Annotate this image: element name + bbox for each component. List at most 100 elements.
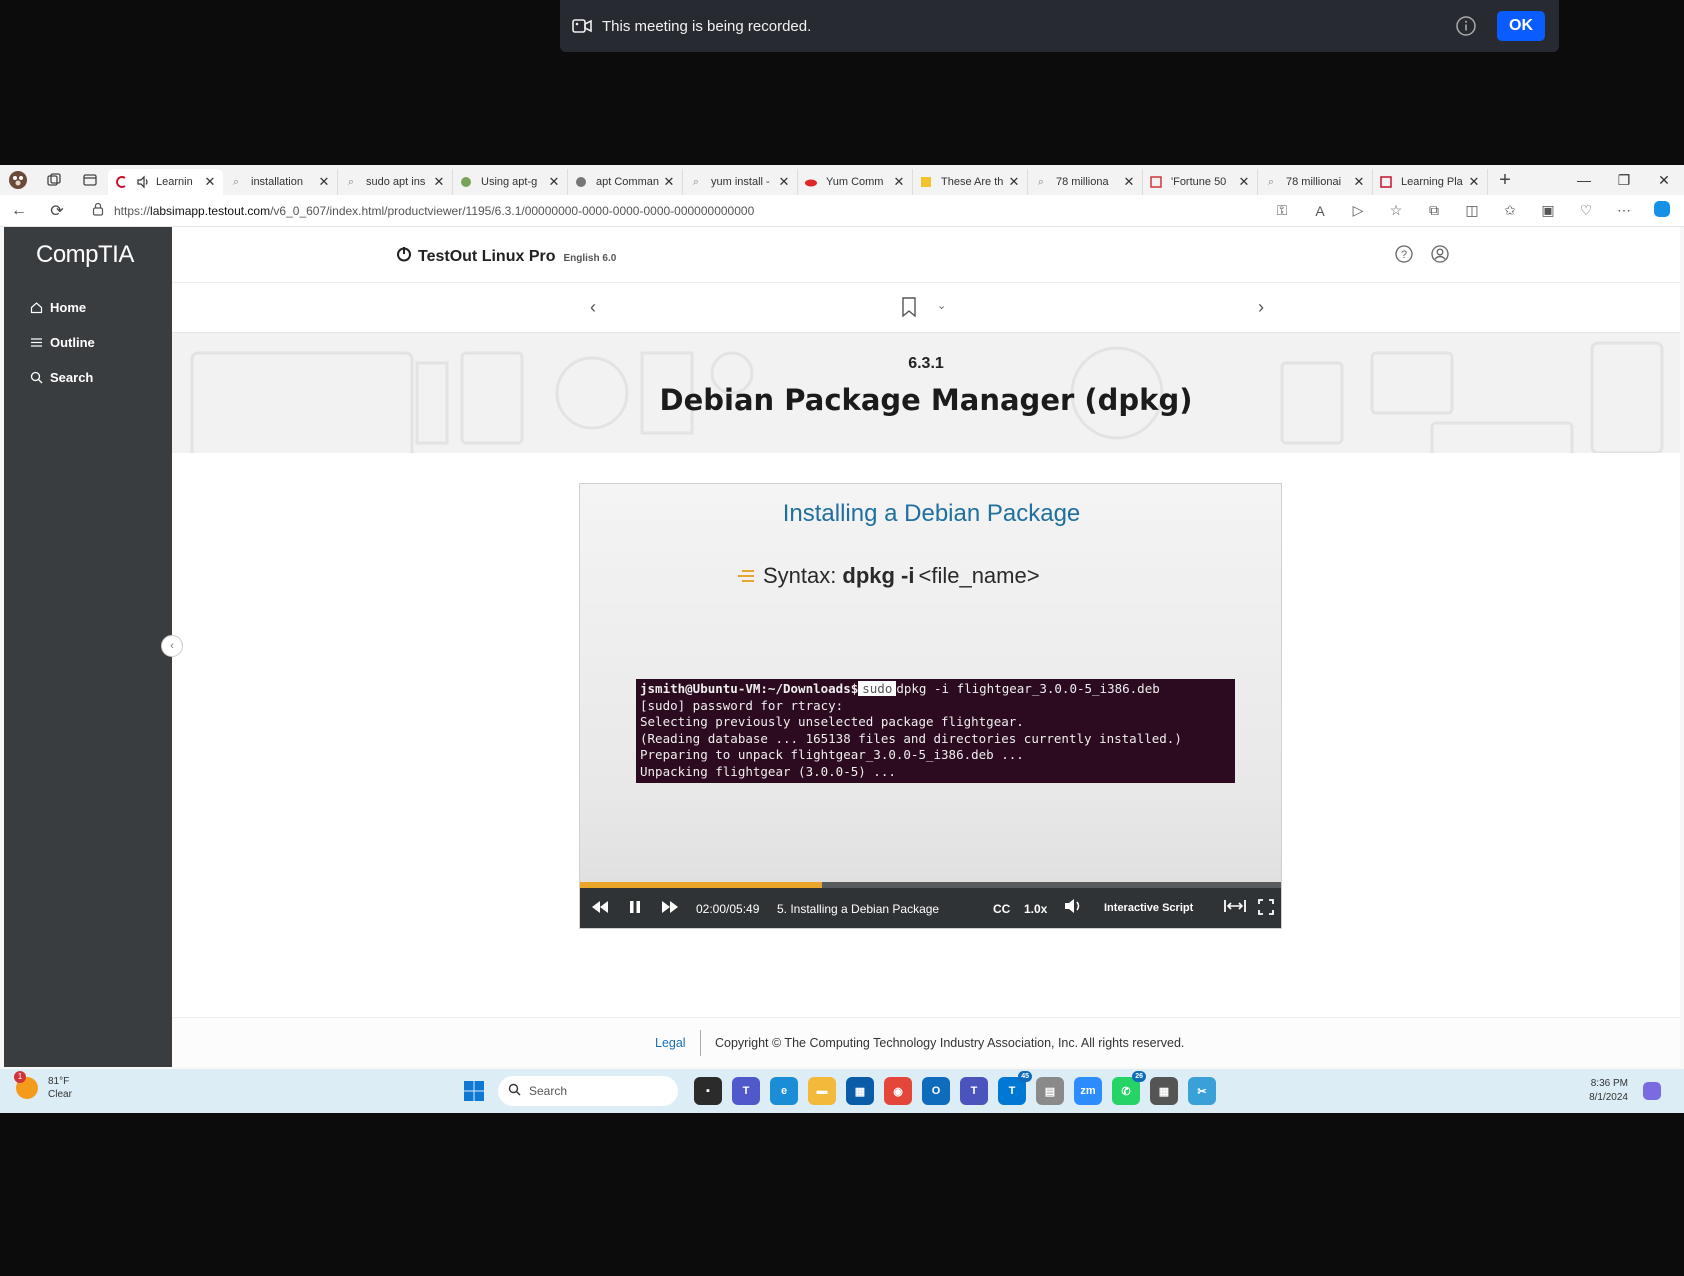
info-icon[interactable] — [1455, 15, 1477, 37]
rewind-icon[interactable] — [590, 900, 610, 914]
tab-sudo-apt[interactable]: ⌕ sudo apt ins ✕ — [338, 169, 453, 195]
close-window-icon[interactable]: ✕ — [1644, 172, 1684, 189]
video-chapter[interactable]: 5. Installing a Debian Package — [777, 902, 939, 916]
close-tab-icon[interactable]: ✕ — [662, 174, 676, 190]
refresh-icon[interactable]: ⟳ — [38, 201, 76, 221]
calculator-icon[interactable]: ▦ — [1150, 1077, 1178, 1105]
zoom-icon[interactable]: zm — [1074, 1077, 1102, 1105]
new-tab-button[interactable]: + — [1488, 169, 1522, 192]
chevron-down-icon[interactable]: ⌄ — [937, 299, 946, 312]
tab-apt-command[interactable]: apt Comman ✕ — [568, 169, 683, 195]
edge-icon[interactable]: e — [770, 1077, 798, 1105]
copilot-icon[interactable] — [1650, 199, 1674, 222]
terminal-line: Selecting previously unselected package … — [640, 714, 1024, 729]
sidebar-item-outline[interactable]: Outline — [30, 335, 95, 350]
performance-icon[interactable]: ♡ — [1574, 202, 1598, 219]
previous-lesson-icon[interactable]: ‹ — [590, 297, 596, 318]
close-tab-icon[interactable]: ✕ — [547, 174, 561, 190]
tab-yum-install[interactable]: ⌕ yum install - ✕ — [683, 169, 798, 195]
weather-widget[interactable]: 1 81°F Clear — [14, 1071, 72, 1101]
taskbar-search[interactable]: Search — [498, 1076, 678, 1106]
teams-chat-icon[interactable]: T 45 — [998, 1071, 1032, 1105]
tab-actions-icon[interactable] — [72, 165, 108, 195]
url-field[interactable]: https://labsimapp.testout.com/v6_0_607/i… — [82, 199, 1270, 223]
media-icon[interactable]: ▷ — [1346, 202, 1370, 219]
close-tab-icon[interactable]: ✕ — [1237, 174, 1251, 190]
back-icon[interactable]: ← — [0, 202, 38, 220]
interactive-script-button[interactable]: Interactive Script — [1104, 902, 1193, 914]
extensions-icon[interactable]: ⧉ — [1422, 202, 1446, 219]
bookmark-icon[interactable] — [901, 297, 917, 322]
sidebar-item-label: Home — [50, 300, 87, 315]
favorite-star-icon[interactable]: ☆ — [1384, 202, 1408, 219]
video-player[interactable]: Installing a Debian Package Syntax: dpkg… — [579, 483, 1282, 929]
sidebar-item-search[interactable]: Search — [30, 370, 93, 385]
copilot-taskbar-icon[interactable] — [1642, 1081, 1662, 1106]
split-screen-icon[interactable]: ◫ — [1460, 202, 1484, 219]
ok-button[interactable]: OK — [1497, 11, 1545, 41]
tab-title: yum install - — [711, 176, 770, 188]
comptia-logo[interactable]: CompTIA — [36, 241, 134, 269]
whatsapp-icon[interactable]: ✆ 26 — [1112, 1071, 1146, 1105]
close-tab-icon[interactable]: ✕ — [1122, 174, 1136, 190]
teams-work-icon[interactable]: T — [960, 1077, 988, 1105]
tab-78-millionaires[interactable]: ⌕ 78 milliona ✕ — [1028, 169, 1143, 195]
close-tab-icon[interactable]: ✕ — [1007, 174, 1021, 190]
playback-speed-button[interactable]: 1.0x — [1024, 902, 1047, 916]
snipping-tool-icon[interactable]: ✂ — [1188, 1077, 1216, 1105]
top-bar: TestOut Linux Pro English 6.0 ? — [172, 227, 1680, 283]
tab-these-are[interactable]: These Are th ✕ — [913, 169, 1028, 195]
outlook-icon[interactable]: O — [922, 1077, 950, 1105]
collections-icon[interactable]: ▣ — [1536, 202, 1560, 219]
close-tab-icon[interactable]: ✕ — [892, 174, 906, 190]
speaker-icon[interactable] — [136, 175, 150, 189]
video-controls: 02:00/05:49 5. Installing a Debian Packa… — [580, 882, 1281, 928]
store-icon[interactable]: ▦ — [846, 1077, 874, 1105]
sidebar-item-home[interactable]: Home — [30, 300, 86, 315]
video-camera-icon — [570, 14, 594, 38]
file-explorer-icon[interactable]: ▬ — [808, 1077, 836, 1105]
close-tab-icon[interactable]: ✕ — [1467, 174, 1481, 190]
close-tab-icon[interactable]: ✕ — [203, 174, 217, 190]
close-tab-icon[interactable]: ✕ — [777, 174, 791, 190]
help-icon[interactable]: ? — [1394, 244, 1414, 269]
minimize-icon[interactable]: — — [1564, 172, 1604, 189]
pause-icon[interactable] — [628, 900, 642, 914]
tab-yum-command[interactable]: Yum Comm ✕ — [798, 169, 913, 195]
video-progress-bar[interactable] — [580, 882, 1281, 888]
captions-button[interactable]: CC — [993, 902, 1010, 916]
tab-78-millionaires-2[interactable]: ⌕ 78 millionai ✕ — [1258, 169, 1373, 195]
close-tab-icon[interactable]: ✕ — [432, 174, 446, 190]
key-icon[interactable]: ⚿ — [1270, 202, 1294, 219]
expand-width-icon[interactable] — [1224, 899, 1246, 913]
close-tab-icon[interactable]: ✕ — [317, 174, 331, 190]
workspaces-icon[interactable] — [36, 165, 72, 195]
teams-icon[interactable]: T — [732, 1077, 760, 1105]
tab-learning-plan[interactable]: Learning Pla ✕ — [1373, 169, 1488, 195]
tab-using-apt[interactable]: Using apt-g ✕ — [453, 169, 568, 195]
tab-title: 78 millionai — [1286, 176, 1342, 188]
profile-avatar-icon[interactable] — [0, 165, 36, 195]
task-view-icon[interactable]: ▪ — [694, 1077, 722, 1105]
next-lesson-icon[interactable]: › — [1258, 297, 1264, 318]
tab-learning[interactable]: Learnin ✕ — [108, 169, 223, 195]
volume-icon[interactable] — [1063, 898, 1083, 914]
notepad-icon[interactable]: ▤ — [1036, 1077, 1064, 1105]
more-icon[interactable]: ⋯ — [1612, 202, 1636, 219]
close-tab-icon[interactable]: ✕ — [1352, 174, 1366, 190]
read-aloud-icon[interactable]: A — [1308, 203, 1332, 219]
user-account-icon[interactable] — [1430, 244, 1450, 269]
windows-start-icon[interactable] — [460, 1077, 488, 1105]
document-favicon-icon — [1379, 175, 1393, 189]
legal-link[interactable]: Legal — [655, 1036, 686, 1050]
lock-icon[interactable] — [92, 202, 104, 219]
fast-forward-icon[interactable] — [660, 900, 680, 914]
fullscreen-icon[interactable] — [1258, 899, 1274, 915]
system-clock[interactable]: 8:36 PM 8/1/2024 — [1576, 1077, 1628, 1105]
chrome-icon[interactable]: ◉ — [884, 1077, 912, 1105]
tab-installation[interactable]: ⌕ installation ✕ — [223, 169, 338, 195]
restore-icon[interactable]: ❐ — [1604, 172, 1644, 189]
tab-fortune[interactable]: 'Fortune 50 ✕ — [1143, 169, 1258, 195]
favorites-icon[interactable]: ✩ — [1498, 202, 1522, 219]
tab-title: 78 milliona — [1056, 176, 1109, 188]
